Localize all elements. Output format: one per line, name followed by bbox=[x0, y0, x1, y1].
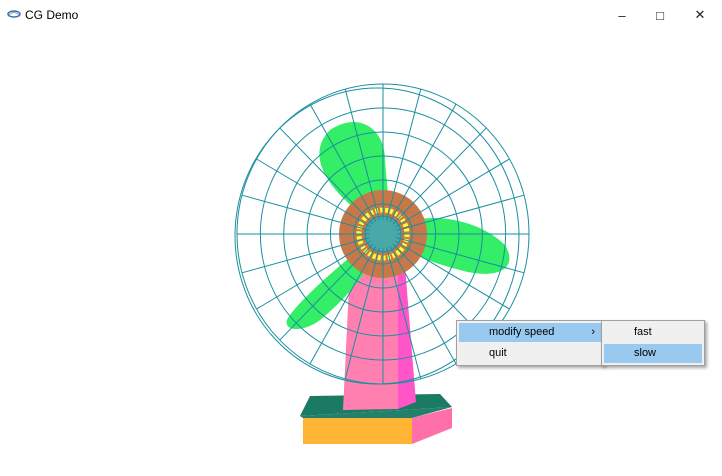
context-menu: modify speed › quit bbox=[456, 320, 604, 366]
base-front-face bbox=[303, 418, 412, 444]
menu-item-modify-speed[interactable]: modify speed › bbox=[459, 323, 601, 342]
maximize-button[interactable]: □ bbox=[640, 0, 680, 30]
menu-item-quit[interactable]: quit bbox=[459, 344, 601, 363]
render-canvas[interactable] bbox=[0, 30, 722, 476]
window-title: CG Demo bbox=[25, 8, 79, 22]
submenu-item-slow[interactable]: slow bbox=[604, 344, 702, 363]
stand-side bbox=[398, 262, 416, 409]
close-icon: ✕ bbox=[694, 7, 706, 22]
submenu-item-fast-label: fast bbox=[634, 326, 652, 338]
title-bar[interactable]: CG Demo – □ ✕ bbox=[0, 0, 722, 30]
speed-submenu: fast slow bbox=[601, 320, 705, 366]
close-button[interactable]: ✕ bbox=[680, 0, 720, 30]
cage-spoke bbox=[394, 158, 510, 228]
menu-item-quit-label: quit bbox=[489, 347, 507, 359]
cage-spoke bbox=[389, 103, 457, 223]
submenu-arrow-icon: › bbox=[591, 326, 595, 338]
minimize-button[interactable]: – bbox=[602, 0, 642, 30]
maximize-icon: □ bbox=[656, 7, 664, 23]
app-icon bbox=[7, 10, 21, 18]
fan-scene bbox=[234, 83, 530, 444]
minimize-icon: – bbox=[618, 7, 626, 23]
menu-item-modify-speed-label: modify speed bbox=[489, 326, 555, 338]
submenu-item-slow-label: slow bbox=[634, 347, 657, 359]
submenu-item-fast[interactable]: fast bbox=[604, 323, 702, 342]
app-window: CG Demo – □ ✕ modify speed › quit fast s… bbox=[0, 0, 722, 476]
